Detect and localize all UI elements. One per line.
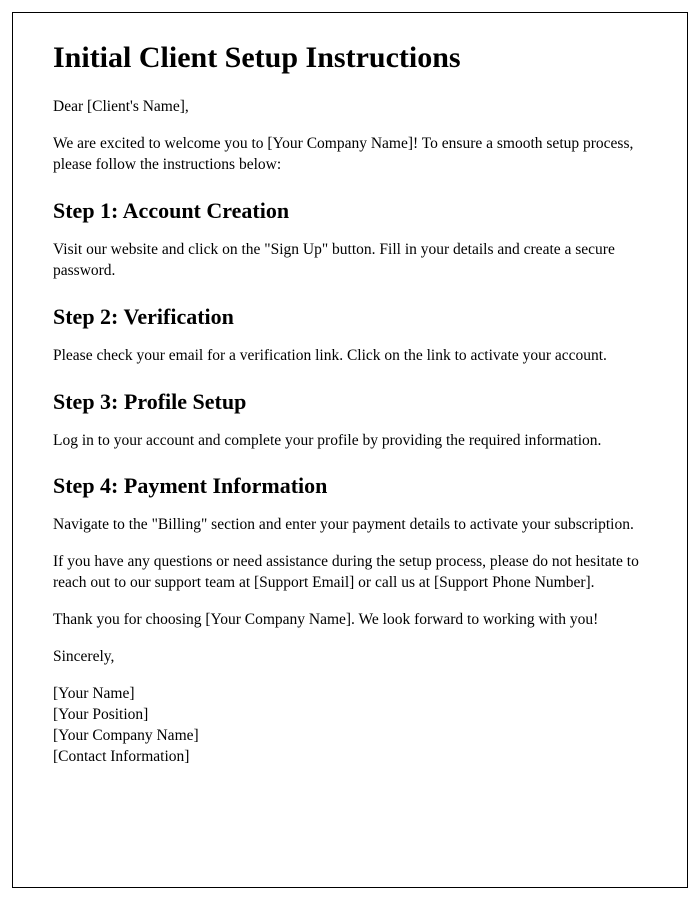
step2-body: Please check your email for a verificati… — [53, 346, 647, 367]
document-title: Initial Client Setup Instructions — [53, 41, 647, 75]
signature-position: [Your Position] — [53, 705, 647, 726]
signature-company: [Your Company Name] — [53, 726, 647, 747]
assistance-paragraph: If you have any questions or need assist… — [53, 552, 647, 594]
step4-body: Navigate to the "Billing" section and en… — [53, 515, 647, 536]
thanks-paragraph: Thank you for choosing [Your Company Nam… — [53, 610, 647, 631]
step4-heading: Step 4: Payment Information — [53, 473, 647, 499]
step3-heading: Step 3: Profile Setup — [53, 389, 647, 415]
signature-contact: [Contact Information] — [53, 747, 647, 768]
closing: Sincerely, — [53, 647, 647, 668]
step1-body: Visit our website and click on the "Sign… — [53, 240, 647, 282]
step2-heading: Step 2: Verification — [53, 304, 647, 330]
step3-body: Log in to your account and complete your… — [53, 431, 647, 452]
signature-name: [Your Name] — [53, 684, 647, 705]
intro-paragraph: We are excited to welcome you to [Your C… — [53, 134, 647, 176]
signature-block: [Your Name] [Your Position] [Your Compan… — [53, 684, 647, 768]
document-container: Initial Client Setup Instructions Dear [… — [12, 12, 688, 888]
greeting: Dear [Client's Name], — [53, 97, 647, 118]
step1-heading: Step 1: Account Creation — [53, 198, 647, 224]
